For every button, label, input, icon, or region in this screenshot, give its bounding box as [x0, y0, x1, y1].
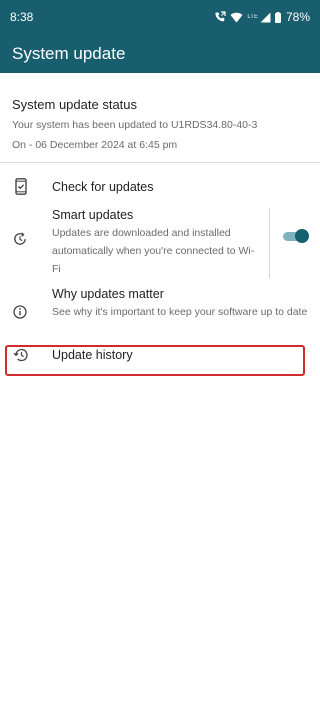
smart-updates-item[interactable]: Smart updates Updates are downloaded and…: [0, 203, 320, 278]
network-type-label: LTE: [247, 14, 258, 20]
status-icons: LTE 78%: [214, 10, 310, 24]
check-for-updates-item[interactable]: Check for updates: [0, 170, 320, 203]
highlight-annotation: [5, 345, 305, 376]
toggle-thumb: [295, 229, 309, 243]
info-icon: [13, 305, 27, 319]
battery-icon: [274, 11, 281, 23]
smart-updates-label: Smart updates: [52, 208, 134, 222]
why-updates-matter-label: Why updates matter: [52, 287, 164, 301]
call-forwarding-icon: [214, 11, 227, 23]
status-bar: 8:38 LTE 78%: [0, 0, 320, 34]
check-for-updates-label: Check for updates: [52, 179, 154, 194]
app-bar: System update: [0, 34, 320, 73]
smart-updates-toggle[interactable]: [283, 229, 309, 243]
battery-level: 78%: [285, 10, 310, 24]
wifi-icon: [230, 12, 243, 23]
smart-updates-description: Updates are downloaded and installed aut…: [52, 227, 255, 275]
why-updates-matter-item[interactable]: Why updates matter See why it's importan…: [0, 277, 320, 335]
settings-list: Check for updates Smart updates Updates …: [0, 170, 320, 371]
status-date-text: On - 06 December 2024 at 6:45 pm: [12, 139, 178, 151]
status-version-text: Your system has been updated to U1RDS34.…: [12, 119, 258, 131]
refresh-clock-icon: [13, 232, 27, 246]
status-title: System update status: [12, 97, 138, 112]
phone-check-icon: [15, 178, 27, 195]
why-updates-matter-description: See why it's important to keep your soft…: [52, 306, 308, 318]
page-title: System update: [12, 43, 126, 63]
update-status-section: System update status Your system has bee…: [0, 73, 320, 163]
signal-icon: [260, 12, 271, 23]
clock: 8:38: [10, 10, 34, 24]
